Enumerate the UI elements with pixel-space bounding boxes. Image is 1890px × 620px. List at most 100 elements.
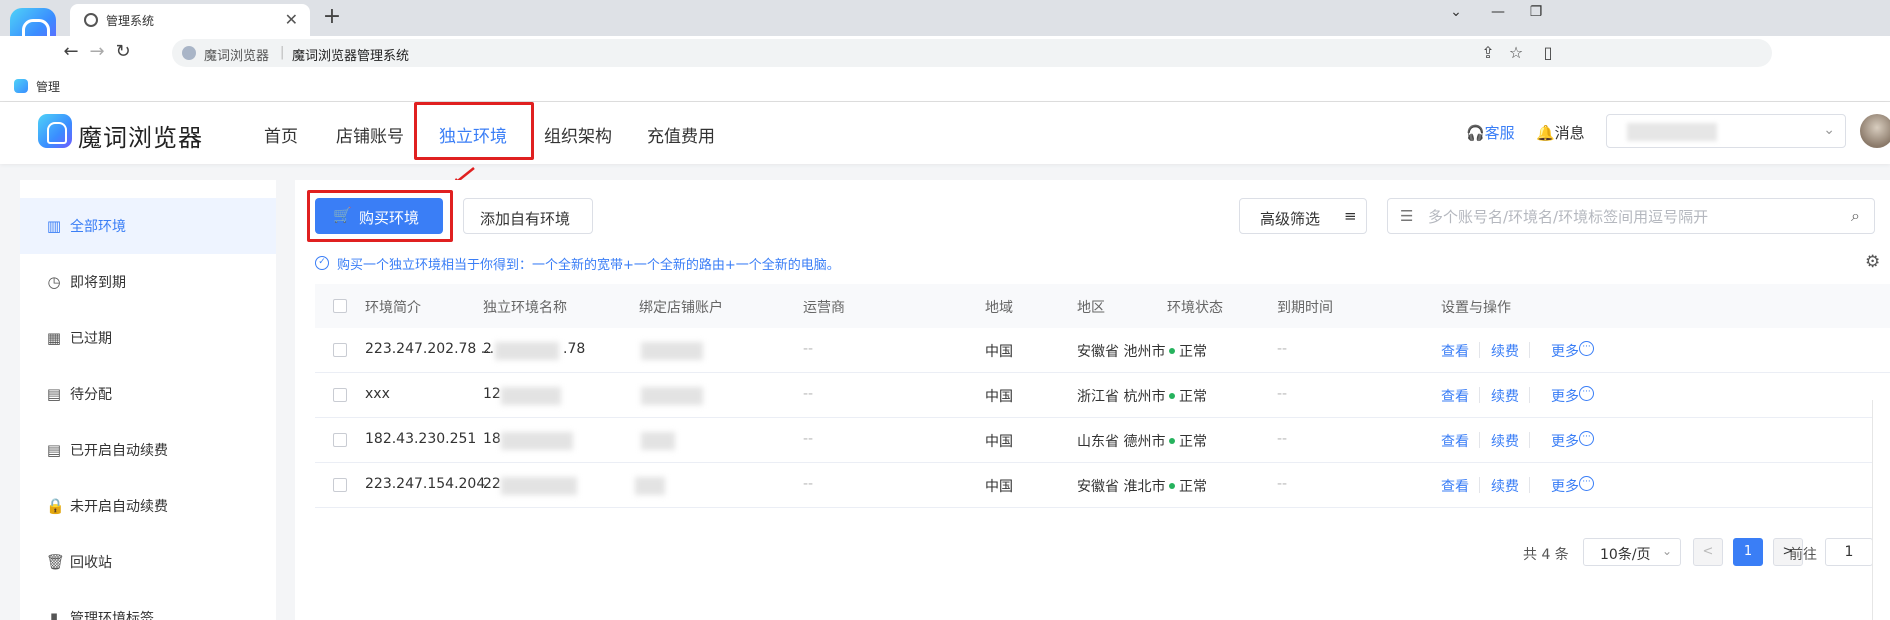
row-checkbox[interactable]: [333, 388, 347, 402]
tab-title: 管理系统: [106, 14, 155, 28]
gear-icon[interactable]: ⚙: [1865, 252, 1880, 272]
more-options-icon[interactable]: ···: [1579, 431, 1594, 446]
row-checkbox[interactable]: [333, 343, 347, 357]
avatar[interactable]: [1860, 114, 1890, 148]
nav-recharge[interactable]: 充值费用: [647, 122, 715, 147]
sidebar-item-manage-tags[interactable]: ▮ 管理环境标签: [20, 590, 276, 620]
sidebar-item-unassigned[interactable]: ▤ 待分配: [20, 366, 276, 422]
status-dot: [1169, 483, 1175, 489]
address-bar[interactable]: 魔词浏览器 | 魔词浏览器管理系统: [172, 39, 1772, 67]
document-icon: ▤: [46, 441, 62, 459]
sidebar-item-auto-renew-off[interactable]: 🔒 未开启自动续费: [20, 478, 276, 534]
total-count: 共 4 条: [1523, 547, 1569, 563]
renew-link[interactable]: 续费: [1491, 476, 1519, 496]
sidebar-item-expiring[interactable]: ◷ 即将到期: [20, 254, 276, 310]
bookmark-bar: 管理: [0, 70, 1890, 102]
more-options-icon[interactable]: ···: [1579, 386, 1594, 401]
address-bar-row: ← → ↻ 魔词浏览器 | 魔词浏览器管理系统 ⇪ ☆ ▯: [0, 36, 1890, 70]
new-tab-button[interactable]: +: [320, 4, 344, 29]
page-1-button[interactable]: 1: [1733, 538, 1763, 566]
select-all-checkbox[interactable]: [333, 299, 347, 313]
messages-link[interactable]: 🔔消息: [1536, 122, 1585, 143]
restore-button[interactable]: ❐: [1526, 4, 1546, 20]
forward-button[interactable]: →: [86, 41, 108, 62]
col-intro[interactable]: 环境简介: [365, 297, 421, 317]
customer-service-link[interactable]: 🎧客服: [1466, 122, 1515, 143]
tab-list-icon[interactable]: ⌄: [1446, 4, 1466, 20]
cell-intro: 223.247.202.78 ...: [365, 341, 495, 357]
renew-link[interactable]: 续费: [1491, 341, 1519, 361]
renew-link[interactable]: 续费: [1491, 431, 1519, 451]
cell-area: 安徽省 池州市: [1077, 344, 1166, 360]
filter-icon: ≡: [1344, 207, 1357, 225]
more-options-icon[interactable]: ···: [1579, 476, 1594, 491]
chevron-down-icon: ⌄: [1661, 544, 1672, 558]
search-input[interactable]: [1428, 205, 1828, 229]
reload-button[interactable]: ↻: [112, 41, 134, 62]
sidebar-item-label: 即将到期: [70, 275, 126, 291]
browser-tab[interactable]: 管理系统 ✕: [70, 4, 310, 36]
view-link[interactable]: 查看: [1441, 431, 1469, 451]
more-link[interactable]: 更多: [1551, 431, 1579, 451]
search-icon[interactable]: ⌕: [1851, 206, 1860, 226]
prev-page-button[interactable]: <: [1693, 538, 1723, 566]
redacted-value: [501, 387, 561, 405]
more-link[interactable]: 更多: [1551, 386, 1579, 406]
nav-home[interactable]: 首页: [264, 122, 298, 147]
col-region[interactable]: 地域: [985, 297, 1013, 317]
sidebar-item-expired[interactable]: ▦ 已过期: [20, 310, 276, 366]
divider: [1529, 342, 1530, 358]
goto-page-input[interactable]: 1: [1825, 538, 1873, 566]
redacted-value: [495, 342, 559, 360]
close-tab-icon[interactable]: ✕: [285, 10, 298, 29]
bookmark-star-icon[interactable]: ☆: [1506, 43, 1526, 62]
redacted-value: [641, 432, 675, 450]
view-link[interactable]: 查看: [1441, 476, 1469, 496]
page-size-select[interactable]: 10条/页 ⌄: [1583, 538, 1681, 566]
table-row[interactable]: 182.43.230.251 18 -- 中国 山东省 德州市 正常 -- 查看…: [315, 418, 1890, 463]
nav-org-structure[interactable]: 组织架构: [544, 122, 612, 147]
sidebar-item-recycle-bin[interactable]: 🗑 回收站: [20, 534, 276, 590]
col-expiry[interactable]: 到期时间: [1277, 297, 1333, 317]
chevron-down-icon: ⌄: [1823, 122, 1835, 138]
view-link[interactable]: 查看: [1441, 386, 1469, 406]
table-row[interactable]: xxx 12 -- 中国 浙江省 杭州市 正常 -- 查看 续费 更多 ···: [315, 373, 1890, 418]
redacted-value: [635, 477, 665, 495]
share-icon[interactable]: ⇪: [1478, 43, 1498, 62]
col-status[interactable]: 环境状态: [1167, 297, 1223, 317]
more-link[interactable]: 更多: [1551, 476, 1579, 496]
sidebar-item-auto-renew-on[interactable]: ▤ 已开启自动续费: [20, 422, 276, 478]
account-select[interactable]: ⌄: [1606, 114, 1846, 148]
col-operator[interactable]: 运营商: [803, 297, 845, 317]
col-bound-shop[interactable]: 绑定店铺账户: [639, 297, 723, 317]
more-options-icon[interactable]: ···: [1579, 341, 1594, 356]
renew-link[interactable]: 续费: [1491, 386, 1519, 406]
col-name[interactable]: 独立环境名称: [483, 297, 567, 317]
cell-region: 中国: [985, 389, 1013, 405]
cell-region: 中国: [985, 479, 1013, 495]
minimize-button[interactable]: —: [1488, 4, 1508, 20]
table-row[interactable]: 223.247.154.204 22 -- 中国 安徽省 淮北市 正常 -- 查…: [315, 463, 1890, 508]
redacted-value: [1627, 123, 1717, 141]
add-own-env-button[interactable]: 添加自有环境: [463, 198, 593, 234]
sidebar-item-all-env[interactable]: ▥ 全部环境: [20, 198, 276, 254]
nav-shop-accounts[interactable]: 店铺账号: [336, 122, 404, 147]
redacted-value: [501, 477, 577, 495]
floating-side-panel[interactable]: [1872, 400, 1890, 620]
more-link[interactable]: 更多: [1551, 341, 1579, 361]
cell-operator: --: [803, 341, 814, 357]
view-link[interactable]: 查看: [1441, 341, 1469, 361]
col-area[interactable]: 地区: [1077, 297, 1105, 317]
search-box[interactable]: ☰ ⌕: [1387, 198, 1875, 234]
bookmark-item[interactable]: 管理: [36, 78, 60, 95]
sidebar-toggle-icon[interactable]: ▯: [1538, 43, 1558, 62]
sidebar-item-label: 未开启自动续费: [70, 499, 168, 515]
row-checkbox[interactable]: [333, 478, 347, 492]
page-title: 魔词浏览器管理系统: [292, 49, 410, 64]
back-button[interactable]: ←: [60, 41, 82, 62]
table-row[interactable]: 223.247.202.78 ... 2 .78 -- 中国 安徽省 池州市 正…: [315, 328, 1890, 373]
page-size-value: 10条/页: [1600, 547, 1651, 563]
advanced-filter-button[interactable]: 高级筛选 ≡: [1239, 198, 1367, 234]
globe-icon: [84, 13, 98, 27]
row-checkbox[interactable]: [333, 433, 347, 447]
